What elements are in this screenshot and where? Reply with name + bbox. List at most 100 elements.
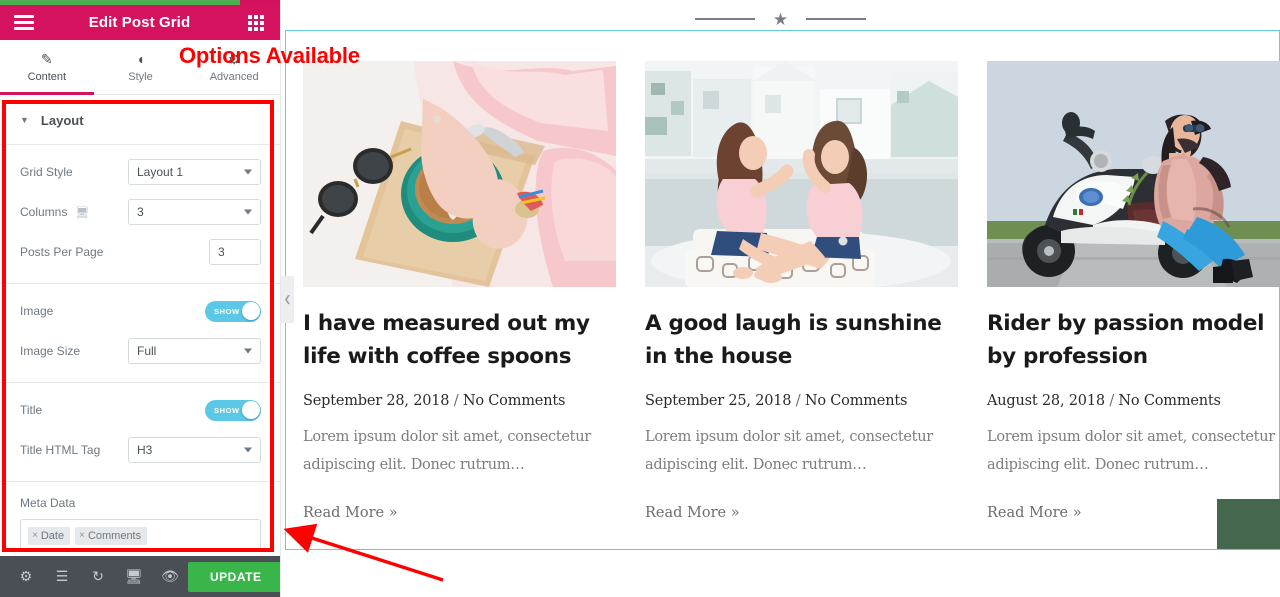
tab-style-label: Style (128, 70, 153, 83)
columns-label: Columns (20, 205, 68, 219)
title-controls-group: Title SHOW Title HTML Tag H3 (0, 382, 280, 481)
title-html-tag-label: Title HTML Tag (20, 443, 101, 457)
post-date: September 28, 2018 (303, 392, 450, 409)
post-date: September 25, 2018 (645, 392, 792, 409)
desktop-icon[interactable]: 🖥 (75, 206, 89, 219)
divider-line-left (694, 18, 755, 20)
panel-header: Edit Post Grid (0, 5, 280, 40)
meta-separator: / (1109, 392, 1114, 409)
title-html-tag-select[interactable]: H3 (128, 437, 261, 463)
columns-select[interactable]: 3 (128, 199, 261, 225)
post-excerpt: Lorem ipsum dolor sit amet, consectetur … (987, 428, 1275, 473)
chevron-down-icon (244, 209, 252, 215)
update-button[interactable]: UPDATE (188, 561, 280, 592)
responsive-mode-icon[interactable]: 🖥 (116, 556, 152, 597)
posts-per-page-label: Posts Per Page (20, 245, 104, 259)
read-more-link[interactable]: Read More » (303, 505, 616, 521)
divider-line-right (806, 18, 867, 20)
post-thumbnail[interactable] (645, 61, 958, 287)
post-thumbnail[interactable] (303, 61, 616, 287)
meta-tag-date-label: Date (40, 529, 65, 542)
meta-tag-date[interactable]: × Date (28, 526, 71, 545)
title-toggle-label: SHOW (214, 405, 240, 415)
layers-navigator-icon[interactable]: ☰ (44, 556, 80, 597)
green-decorative-block (1217, 499, 1280, 549)
update-button-group: UPDATE ▲ (188, 561, 280, 592)
coffee-latte-photo (303, 61, 616, 287)
post-grid-widget[interactable]: I have measured out my life with coffee … (285, 30, 1280, 550)
pencil-icon: ✎ (40, 50, 53, 67)
tab-style[interactable]: ◖ Style (94, 40, 188, 94)
meta-separator: / (453, 392, 459, 409)
history-icon[interactable]: ↻ (80, 556, 116, 597)
post-card[interactable]: A good laugh is sunshine in the house Se… (645, 61, 958, 521)
meta-tag-comments[interactable]: × Comments (75, 526, 148, 545)
post-date: August 28, 2018 (987, 392, 1105, 409)
posts-per-page-input[interactable] (209, 239, 261, 265)
post-title[interactable]: I have measured out my life with coffee … (303, 307, 616, 374)
control-columns: Columns 🖥 3 (20, 199, 261, 225)
preview-eye-icon[interactable]: 👁 (152, 556, 188, 597)
image-size-select[interactable]: Full (128, 338, 261, 364)
meta-data-group: Meta Data × Date × Comments (0, 481, 280, 556)
post-title[interactable]: Rider by passion model by profession (987, 307, 1280, 374)
title-label: Title (20, 403, 43, 417)
star-icon: ★ (772, 9, 789, 29)
remove-icon[interactable]: × (32, 530, 38, 541)
meta-tag-comments-label: Comments (87, 529, 142, 542)
grid-style-label: Grid Style (20, 165, 73, 179)
post-card[interactable]: Rider by passion model by profession Aug… (987, 61, 1280, 521)
meta-data-label: Meta Data (20, 496, 76, 510)
two-friends-rooftop-photo (645, 61, 958, 287)
chevron-down-icon: ▼ (20, 115, 29, 125)
panel-body: ▼ Layout Grid Style Layout 1 Columns 🖥 3… (0, 96, 280, 556)
post-excerpt: Lorem ipsum dolor sit amet, consectetur … (645, 428, 933, 473)
post-comments: No Comments (804, 392, 908, 409)
section-layout-title: Layout (40, 112, 84, 128)
settings-gear-icon[interactable]: ⚙ (8, 556, 44, 597)
columns-label-wrap: Columns 🖥 (20, 205, 89, 219)
screenshot-root: Edit Post Grid ✎ Content ◖ Style ⚙ Advan… (0, 0, 1280, 597)
control-image: Image SHOW (20, 298, 261, 324)
image-toggle[interactable]: SHOW (205, 300, 261, 322)
tab-content-label: Content (27, 70, 67, 83)
control-posts-per-page: Posts Per Page (20, 239, 261, 265)
remove-icon[interactable]: × (79, 530, 85, 541)
meta-data-tags-field[interactable]: × Date × Comments (20, 519, 261, 552)
post-comments: No Comments (1118, 392, 1221, 409)
editor-panel: Edit Post Grid ✎ Content ◖ Style ⚙ Advan… (0, 0, 281, 597)
image-label: Image (20, 304, 54, 318)
panel-collapse-handle[interactable]: ❮ (281, 276, 294, 323)
chevron-down-icon (244, 447, 252, 453)
woman-on-scooter-photo (987, 61, 1280, 287)
post-excerpt: Lorem ipsum dolor sit amet, consectetur … (303, 428, 591, 473)
post-card[interactable]: I have measured out my life with coffee … (303, 61, 616, 521)
section-layout-header[interactable]: ▼ Layout (0, 96, 280, 145)
post-meta: August 28, 2018 / No Comments (987, 393, 1280, 409)
grid-style-value: Layout 1 (137, 165, 184, 179)
meta-separator: / (795, 392, 801, 409)
image-controls-group: Image SHOW Image Size Full (0, 283, 280, 382)
contrast-circle-icon: ◖ (136, 50, 145, 67)
post-comments: No Comments (462, 392, 566, 409)
tab-advanced-label: Advanced (209, 70, 259, 83)
read-more-link[interactable]: Read More » (645, 505, 958, 521)
title-toggle[interactable]: SHOW (205, 399, 261, 421)
image-toggle-label: SHOW (214, 306, 240, 316)
control-title: Title SHOW (20, 397, 261, 423)
widgets-grid-icon[interactable] (231, 14, 280, 31)
hamburger-lines (14, 12, 34, 34)
widgets-grid-dots (248, 14, 264, 31)
page-canvas: ★ I have measured out my life with coffe… (281, 0, 1280, 597)
post-title[interactable]: A good laugh is sunshine in the house (645, 307, 958, 374)
image-size-value: Full (137, 344, 157, 358)
post-thumbnail[interactable] (987, 61, 1280, 287)
toggle-knob (241, 401, 260, 419)
grid-style-select[interactable]: Layout 1 (128, 159, 261, 185)
post-meta: September 25, 2018 / No Comments (645, 393, 958, 409)
toggle-knob (241, 302, 260, 320)
control-title-html-tag: Title HTML Tag H3 (20, 437, 261, 463)
hamburger-menu-icon[interactable] (0, 12, 48, 34)
image-size-label: Image Size (20, 344, 81, 358)
tab-content[interactable]: ✎ Content (0, 40, 94, 95)
